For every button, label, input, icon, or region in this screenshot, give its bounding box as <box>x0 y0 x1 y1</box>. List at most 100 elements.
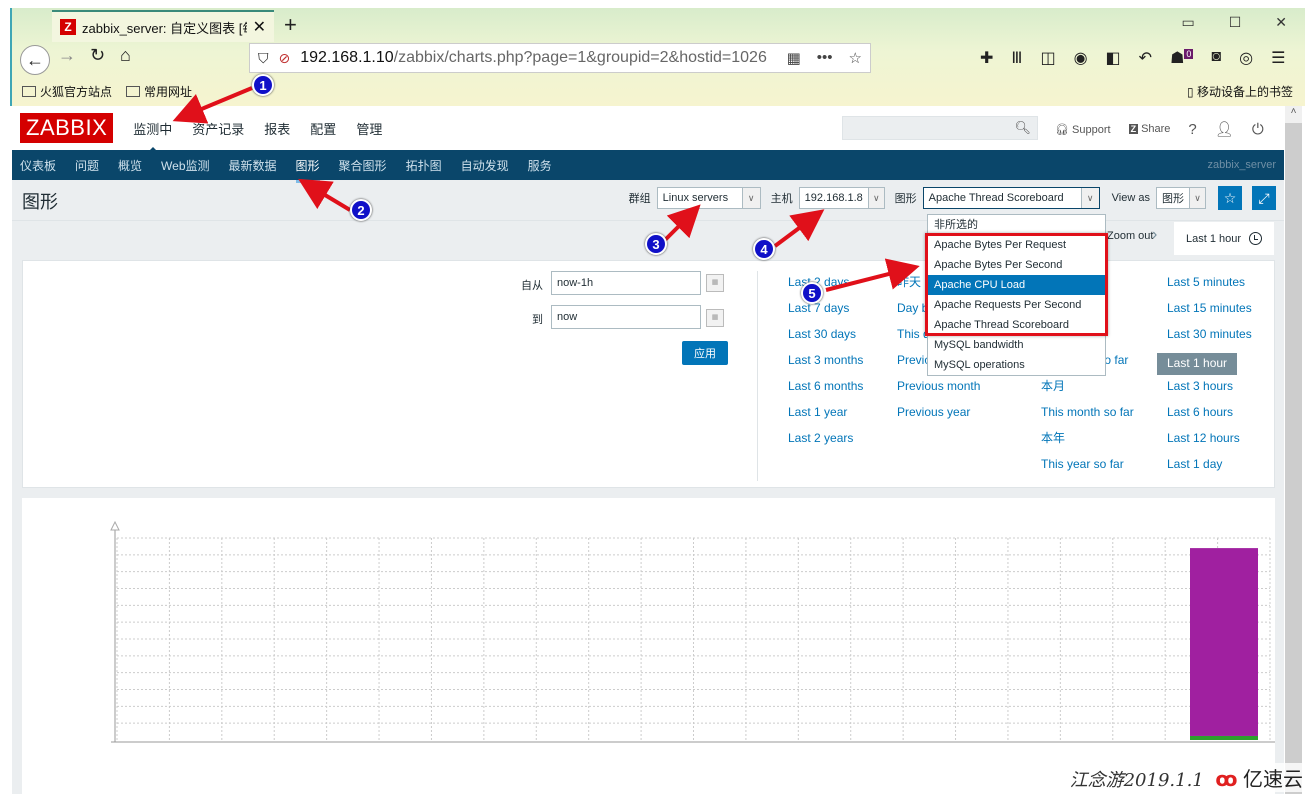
menu-administration[interactable]: 管理 <box>356 119 382 138</box>
menu-configuration[interactable]: 配置 <box>310 119 336 138</box>
to-input[interactable] <box>551 305 701 329</box>
menu-reports[interactable]: 报表 <box>264 119 290 138</box>
forward-button[interactable]: → <box>58 45 76 66</box>
submenu-screens[interactable]: 聚合图形 <box>339 157 387 174</box>
view-as-label: View as <box>1111 192 1150 204</box>
menu-monitoring[interactable]: 监测中 <box>133 119 172 154</box>
quick-range-link[interactable]: Last 30 minutes <box>1167 327 1252 353</box>
add-to-favorites-button[interactable]: ☆ <box>1218 186 1242 210</box>
quick-range-link[interactable]: Last 3 hours <box>1167 379 1252 405</box>
bookmark-folder[interactable]: 常用网址 <box>126 83 192 100</box>
bookmark-folder[interactable]: 火狐官方站点 <box>22 83 112 100</box>
ghost-extension-icon[interactable]: ☗ 0 <box>1170 48 1194 68</box>
sidebar-icon[interactable]: ◫ <box>1040 48 1055 68</box>
quick-range-link[interactable]: Last 5 minutes <box>1167 275 1252 301</box>
mobile-bookmarks[interactable]: ▯ 移动设备上的书签 <box>1187 83 1293 100</box>
library-icon[interactable]: Ⅲ <box>1011 48 1022 68</box>
shield-icon[interactable]: ⛉ <box>258 50 269 67</box>
submenu-dashboard[interactable]: 仪表板 <box>20 157 56 174</box>
quick-range-link[interactable]: 本年 <box>1041 431 1134 457</box>
annotation-badge: 1 <box>252 74 274 96</box>
dropdown-option[interactable]: MySQL bandwidth <box>928 335 1105 355</box>
menu-inventory[interactable]: 资产记录 <box>192 119 244 138</box>
page-scrollbar[interactable]: ˄ <box>1285 106 1302 794</box>
home-button[interactable]: ⌂ <box>120 45 131 66</box>
zoom-out-button[interactable]: Zoom out <box>1107 230 1153 242</box>
insecure-lock-icon[interactable]: ⊘ <box>279 50 291 67</box>
cloud-logo-icon: ꝏ <box>1215 769 1238 791</box>
sign-out-icon[interactable]: ⏻ <box>1252 121 1264 138</box>
quick-range-link[interactable]: Last 1 day <box>1167 457 1252 483</box>
scroll-up-icon[interactable]: ˄ <box>1285 106 1302 123</box>
spiral-extension-icon[interactable]: ◎ <box>1239 48 1253 68</box>
browser-tab[interactable]: Z zabbix_server: 自定义图表 [每 ✕ <box>52 10 274 42</box>
quick-range-link[interactable]: Last 2 days <box>788 275 863 301</box>
share-link[interactable]: Z Share <box>1128 123 1170 135</box>
minimize-icon[interactable]: ▭ <box>1181 14 1194 31</box>
graph-canvas[interactable] <box>22 498 1275 794</box>
graph-select[interactable]: Apache Thread Scoreboard ∨ <box>922 187 1100 209</box>
quick-range-link[interactable]: Previous month <box>897 379 1011 405</box>
bookmark-star-icon[interactable]: ☆ <box>849 49 862 67</box>
addon-icon[interactable]: ◧ <box>1106 48 1121 68</box>
quick-range-link[interactable]: Last 1 year <box>788 405 863 431</box>
submenu-web[interactable]: Web监测 <box>161 157 209 174</box>
calendar-icon[interactable]: ▦ <box>706 309 724 327</box>
group-select[interactable]: Linux servers ∨ <box>656 187 761 209</box>
quick-range-link[interactable]: Last 2 years <box>788 431 863 457</box>
maximize-icon[interactable]: ☐ <box>1229 14 1242 31</box>
extensions-icon[interactable]: ✚ <box>980 48 993 68</box>
mask-extension-icon[interactable]: ◙ <box>1211 48 1221 68</box>
quick-range-link[interactable]: Last 6 months <box>788 379 863 405</box>
bookmarks-bar: 火狐官方站点 常用网址 ▯ 移动设备上的书签 <box>12 78 1305 104</box>
browser-window: Z zabbix_server: 自定义图表 [每 ✕ + ▭ ☐ ✕ ← → … <box>10 8 1305 106</box>
time-period-tab[interactable]: Last 1 hour <box>1174 222 1274 255</box>
submenu-maps[interactable]: 拓扑图 <box>406 157 442 174</box>
dropdown-option[interactable]: MySQL operations <box>928 355 1105 375</box>
next-period-button[interactable]: › <box>1152 226 1157 244</box>
url-bar[interactable]: ⛉ ⊘ 192.168.1.10 /zabbix/charts.php?page… <box>249 43 871 73</box>
zabbix-logo[interactable]: ZABBIX <box>20 113 114 143</box>
close-tab-icon[interactable]: ✕ <box>253 17 266 37</box>
user-profile-icon[interactable]: 👤︎ <box>1215 120 1234 138</box>
support-link[interactable]: 🎧︎ Support <box>1055 123 1111 136</box>
quick-range-link[interactable]: Last 30 days <box>788 327 863 353</box>
help-link[interactable]: ? <box>1188 121 1196 138</box>
reload-button[interactable]: ↻ <box>90 45 105 66</box>
page-actions-icon[interactable]: ••• <box>817 49 833 67</box>
host-select[interactable]: 192.168.1.8 ∨ <box>798 187 885 209</box>
global-search-input[interactable]: 🔍︎ <box>842 116 1038 140</box>
submenu-overview[interactable]: 概览 <box>118 157 142 174</box>
quick-range-link[interactable]: This month so far <box>1041 405 1134 431</box>
submenu-graphs[interactable]: 图形 <box>295 157 320 183</box>
back-button[interactable]: ← <box>20 45 50 75</box>
submenu-latest-data[interactable]: 最新数据 <box>229 157 277 174</box>
quick-range-link[interactable]: This year so far <box>1041 457 1134 483</box>
close-window-icon[interactable]: ✕ <box>1275 14 1287 31</box>
from-input[interactable] <box>551 271 701 295</box>
quick-range-link[interactable]: Last 7 days <box>788 301 863 327</box>
qr-code-icon[interactable]: ▦ <box>787 49 801 67</box>
apply-button[interactable]: 应用 <box>682 341 728 365</box>
new-tab-button[interactable]: + <box>284 12 297 38</box>
quick-range-link[interactable]: Last 3 months <box>788 353 863 379</box>
submenu-discovery[interactable]: 自动发现 <box>461 157 509 174</box>
quick-range-link[interactable]: Last 12 hours <box>1167 431 1252 457</box>
quick-range-link[interactable]: Last 15 minutes <box>1167 301 1252 327</box>
search-icon[interactable]: 🔍︎ <box>1014 120 1031 136</box>
menu-icon[interactable]: ☰ <box>1271 48 1285 68</box>
quick-range-link[interactable]: Last 6 hours <box>1167 405 1252 431</box>
calendar-icon[interactable]: ▦ <box>706 274 724 292</box>
dropdown-option[interactable]: 非所选的 <box>928 215 1105 235</box>
graph-label: 图形 <box>894 193 917 205</box>
group-label: 群组 <box>628 193 651 205</box>
fullscreen-button[interactable]: ⤢ <box>1252 186 1276 210</box>
quick-range-link[interactable]: 本月 <box>1041 379 1134 405</box>
quick-range-link[interactable]: Previous year <box>897 405 1011 431</box>
view-as-select[interactable]: 图形 ∨ <box>1156 187 1206 209</box>
quick-range-selected[interactable]: Last 1 hour <box>1157 353 1238 375</box>
submenu-services[interactable]: 服务 <box>528 157 552 174</box>
account-icon[interactable]: ◉ <box>1074 48 1088 68</box>
sync-icon[interactable]: ↶ <box>1139 48 1152 68</box>
submenu-problems[interactable]: 问题 <box>75 157 99 174</box>
